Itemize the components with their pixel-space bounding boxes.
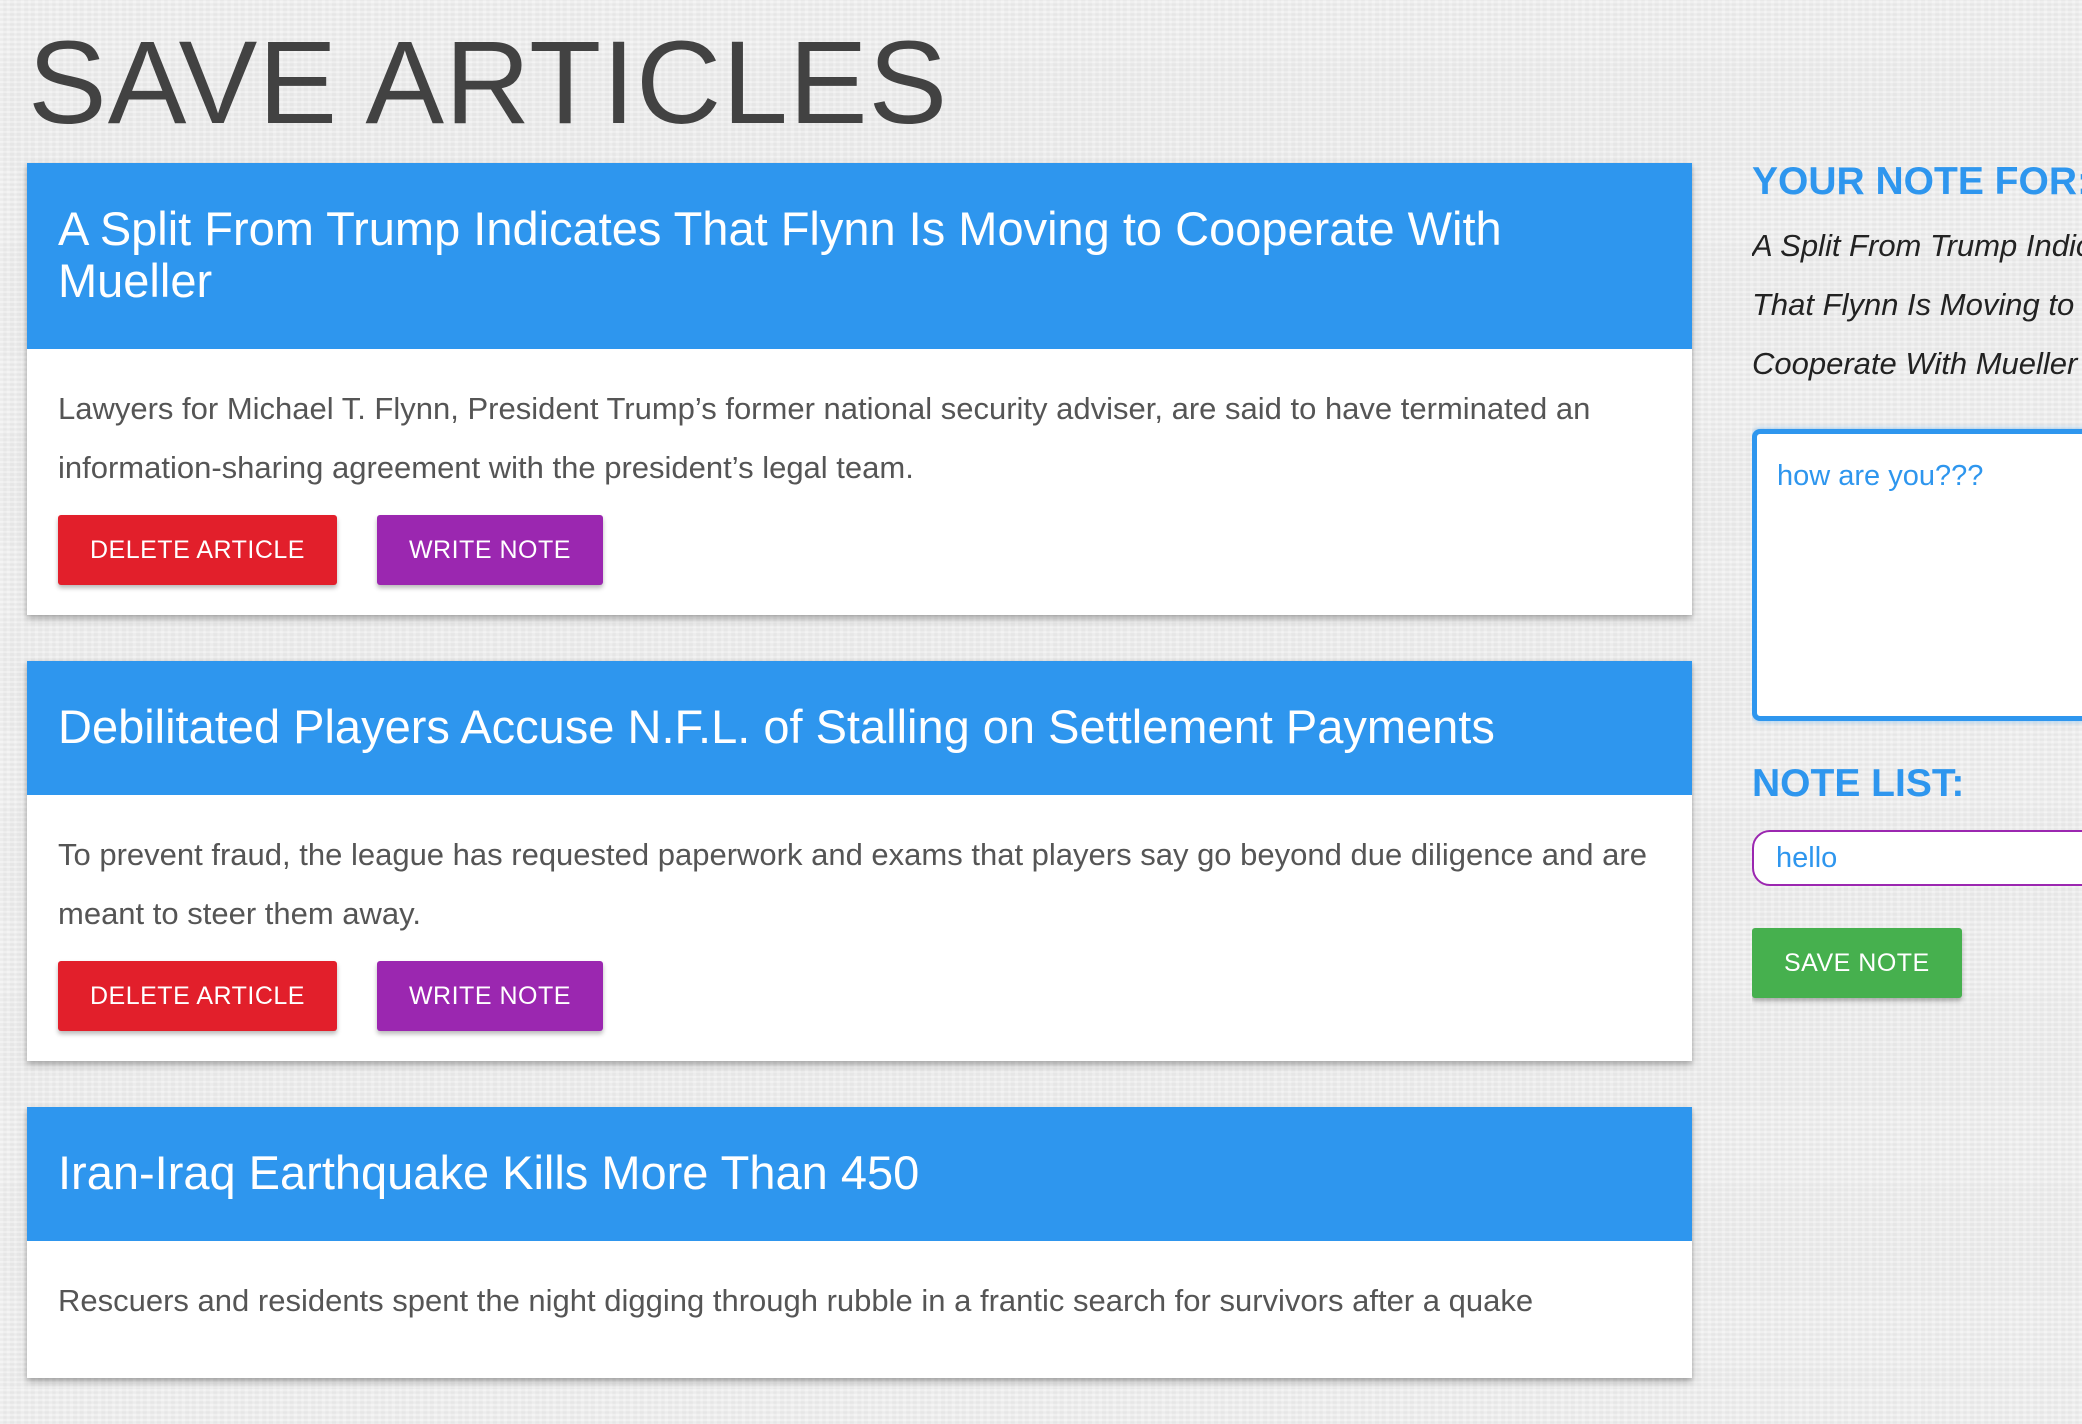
article-title: Debilitated Players Accuse N.F.L. of Sta… xyxy=(27,661,1692,795)
note-list-item[interactable]: hello xyxy=(1752,830,2082,886)
delete-article-button[interactable]: DELETE ARTICLE xyxy=(58,961,337,1031)
article-title: Iran-Iraq Earthquake Kills More Than 450 xyxy=(27,1107,1692,1241)
page-title: SAVE ARTICLES xyxy=(28,17,949,149)
article-card: A Split From Trump Indicates That Flynn … xyxy=(27,163,1692,615)
write-note-button[interactable]: WRITE NOTE xyxy=(376,515,603,585)
save-note-button[interactable]: SAVE NOTE xyxy=(1752,928,1962,998)
article-card: Iran-Iraq Earthquake Kills More Than 450… xyxy=(27,1107,1692,1378)
save-note-wrap: SAVE NOTE xyxy=(1752,928,2082,998)
note-list-heading: NOTE LIST: xyxy=(1752,762,1965,805)
write-note-button[interactable]: WRITE NOTE xyxy=(376,961,603,1031)
article-body: Rescuers and residents spent the night d… xyxy=(27,1241,1692,1378)
article-actions: DELETE ARTICLE WRITE NOTE xyxy=(58,961,1661,1031)
article-summary: To prevent fraud, the league has request… xyxy=(58,837,1647,931)
note-for-heading: YOUR NOTE FOR: xyxy=(1752,160,2082,203)
article-title: A Split From Trump Indicates That Flynn … xyxy=(27,163,1692,349)
note-sidebar: YOUR NOTE FOR: A Split From Trump Indica… xyxy=(1752,160,2082,1040)
article-list: A Split From Trump Indicates That Flynn … xyxy=(27,163,1692,1424)
article-summary: Lawyers for Michael T. Flynn, President … xyxy=(58,391,1591,485)
article-body: Lawyers for Michael T. Flynn, President … xyxy=(27,349,1692,615)
note-article-title: A Split From Trump Indicates That Flynn … xyxy=(1752,228,2082,381)
article-body: To prevent fraud, the league has request… xyxy=(27,795,1692,1061)
article-actions: DELETE ARTICLE WRITE NOTE xyxy=(58,515,1661,585)
note-textarea[interactable]: how are you??? xyxy=(1752,429,2082,721)
article-summary: Rescuers and residents spent the night d… xyxy=(58,1283,1534,1318)
delete-article-button[interactable]: DELETE ARTICLE xyxy=(58,515,337,585)
article-card: Debilitated Players Accuse N.F.L. of Sta… xyxy=(27,661,1692,1061)
